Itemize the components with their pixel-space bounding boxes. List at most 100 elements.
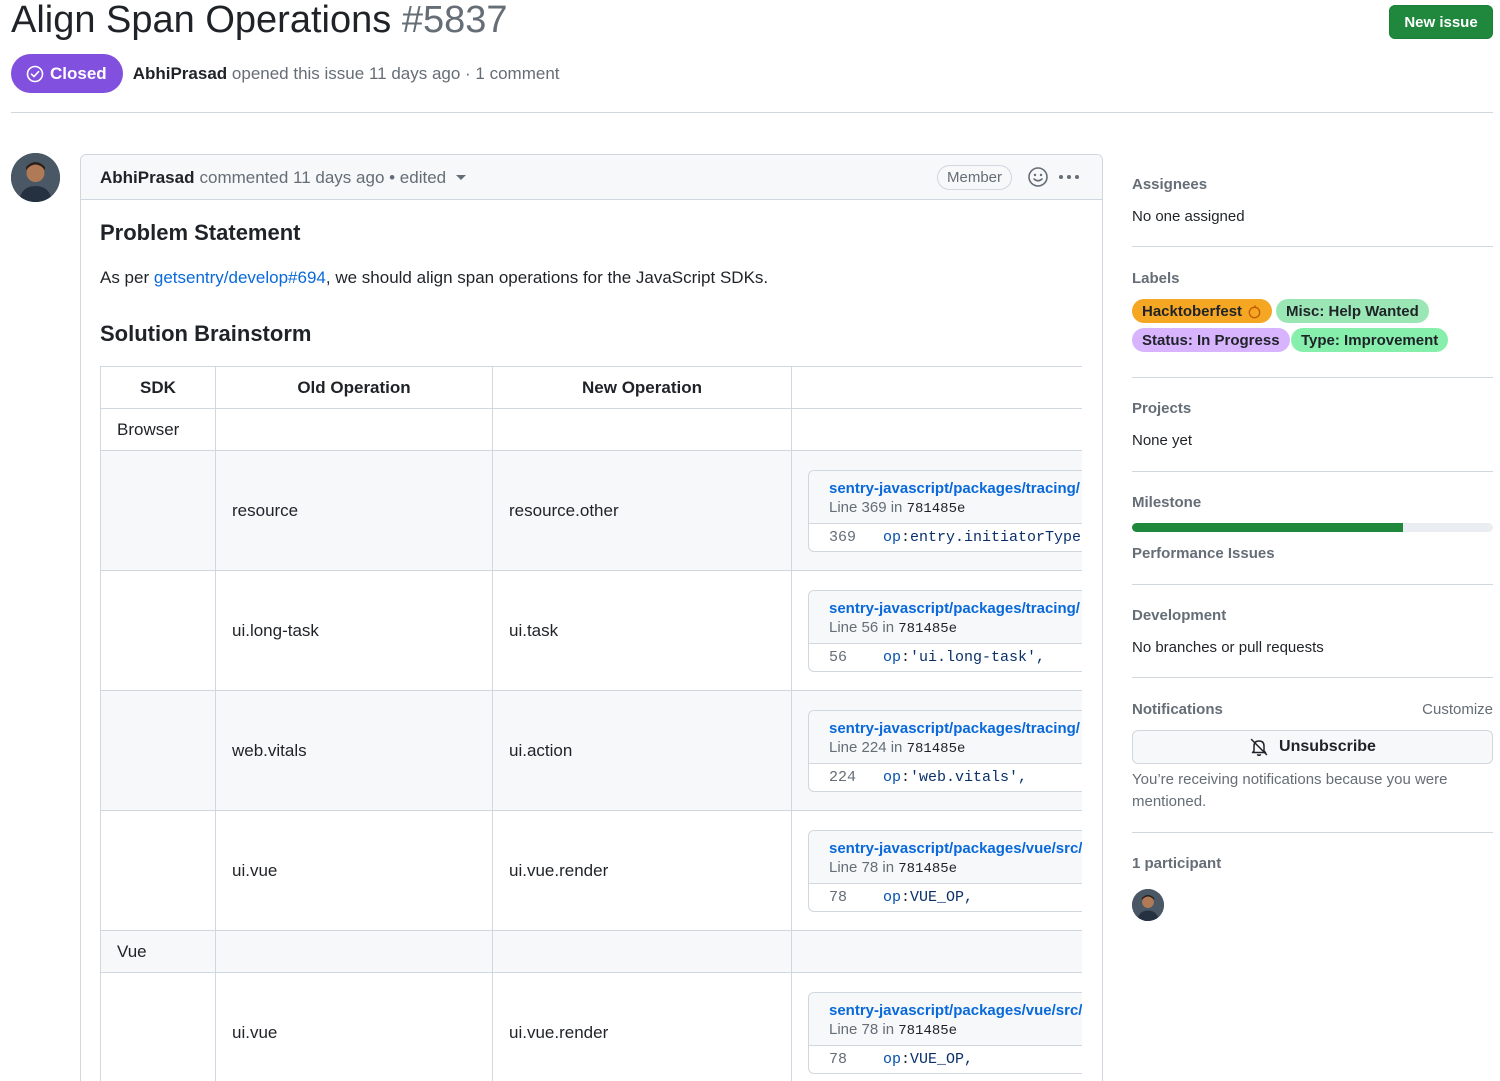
code-value: VUE_OP, — [910, 1050, 974, 1068]
issue-header: Align Span Operations #5837 New issue Cl… — [11, 0, 1493, 113]
participant-avatar-image — [1132, 889, 1164, 921]
smiley-icon[interactable] — [1027, 166, 1049, 188]
development-title[interactable]: Development — [1132, 607, 1226, 624]
code-line-number[interactable]: 224 — [809, 769, 883, 786]
problem-heading: Problem Statement — [100, 220, 301, 245]
participant-avatar[interactable] — [1132, 889, 1164, 921]
milestone-progress-bar — [1132, 523, 1493, 532]
comment-box: AbhiPrasad commented 11 days ago • edite… — [80, 154, 1103, 1081]
cell-new — [492, 930, 792, 973]
unsubscribe-button[interactable]: Unsubscribe — [1132, 730, 1493, 764]
code-embed-sha-link[interactable]: 781485e — [898, 1023, 957, 1039]
label-hacktoberfest[interactable]: Hacktoberfest — [1132, 299, 1273, 323]
code-embed: sentry-javascript/packages/tracing/Line … — [808, 589, 1082, 672]
comment-author-line: AbhiPrasad commented 11 days ago • edite… — [100, 155, 467, 200]
code-embed-line: 78 op: VUE_OP, — [809, 1046, 1082, 1073]
code-embed-line-label: Line 78 in — [829, 858, 895, 876]
cell-new: ui.vue.render — [492, 972, 792, 1081]
notifications-title: Notifications — [1132, 701, 1223, 718]
bell-slash-icon — [1250, 738, 1268, 756]
issue-meta: AbhiPrasad opened this issue 11 days ago… — [133, 64, 560, 84]
code-embed-path-link[interactable]: sentry-javascript/packages/vue/src/ — [829, 840, 1082, 857]
cell-old: resource — [215, 450, 493, 571]
milestone-name[interactable]: Performance Issues — [1132, 545, 1275, 562]
new-issue-button[interactable]: New issue — [1389, 5, 1493, 39]
cell-sdk — [100, 972, 216, 1081]
code-embed-path-link[interactable]: sentry-javascript/packages/tracing/ — [829, 720, 1082, 737]
header-sdk: SDK — [100, 366, 216, 409]
code-key: op — [883, 888, 902, 906]
code-embed-line: 56 op: 'ui.long-task', — [809, 644, 1082, 671]
code-line-number[interactable]: 56 — [809, 649, 883, 666]
development-value: No branches or pull requests — [1132, 639, 1324, 656]
comment-body: Problem Statement As per getsentry/devel… — [100, 200, 1082, 1081]
code-line-number[interactable]: 78 — [809, 889, 883, 906]
member-badge: Member — [937, 165, 1013, 190]
code-embed-sha-link[interactable]: 781485e — [907, 741, 966, 757]
comment-author-link[interactable]: AbhiPrasad — [100, 168, 194, 188]
cell-old: ui.long-task — [215, 570, 493, 691]
cell-old: ui.vue — [215, 810, 493, 931]
develop-issue-link[interactable]: getsentry/develop#694 — [154, 268, 326, 287]
issue-author-link[interactable]: AbhiPrasad — [133, 64, 227, 83]
cell-sdk — [100, 450, 216, 571]
solution-heading: Solution Brainstorm — [100, 321, 312, 346]
cell-reference: sentry-javascript/packages/vue/src/Line … — [791, 810, 1082, 931]
comment-meta[interactable]: commented 11 days ago • edited — [199, 168, 446, 188]
code-colon: : — [901, 768, 911, 786]
projects-section: Projects None yet — [1132, 378, 1493, 472]
cell-old: web.vitals — [215, 690, 493, 811]
caret-down-icon[interactable] — [456, 175, 467, 180]
code-embed-sha-link[interactable]: 781485e — [907, 501, 966, 517]
code-embed-path-link[interactable]: sentry-javascript/packages/tracing/ — [829, 480, 1082, 497]
header-old-operation: Old Operation — [215, 366, 493, 409]
table-row: web.vitals ui.action sentry-javascript/pac… — [100, 690, 1082, 811]
code-embed-path-link[interactable]: sentry-javascript/packages/tracing/ — [829, 600, 1082, 617]
code-embed-path-link[interactable]: sentry-javascript/packages/vue/src/ — [829, 1002, 1082, 1019]
projects-title[interactable]: Projects — [1132, 400, 1191, 417]
cell-sdk — [100, 810, 216, 931]
cell-new: resource.other — [492, 450, 792, 571]
author-avatar[interactable] — [11, 153, 60, 202]
cell-reference — [791, 930, 1082, 973]
code-embed-header: sentry-javascript/packages/tracing/Line … — [809, 470, 1082, 524]
cell-old — [215, 930, 493, 973]
label-improvement[interactable]: Type: Improvement — [1291, 328, 1449, 352]
code-embed: sentry-javascript/packages/tracing/Line … — [808, 469, 1082, 552]
cell-new — [492, 408, 792, 451]
table-row: resource resource.other sentry-javascript/… — [100, 450, 1082, 571]
code-embed-line-info: Line 78 in 781485e — [829, 859, 1082, 877]
code-line-number[interactable]: 78 — [809, 1051, 883, 1068]
code-embed: sentry-javascript/packages/tracing/Line … — [808, 709, 1082, 792]
assignees-value: No one assigned — [1132, 208, 1245, 225]
state-label: Closed — [50, 63, 107, 83]
code-embed-sha-link[interactable]: 781485e — [898, 861, 957, 877]
code-embed-line-info: Line 78 in 781485e — [829, 1021, 1082, 1039]
table-row: Browser — [100, 408, 1082, 451]
issue-number: #5837 — [401, 0, 508, 41]
issue-state-row: Closed AbhiPrasad opened this issue 11 d… — [11, 54, 560, 93]
participants-title: 1 participant — [1132, 855, 1222, 872]
cell-sdk: Vue — [100, 930, 216, 973]
issue-title-text: Align Span Operations — [11, 0, 392, 41]
customize-link[interactable]: Customize — [1422, 701, 1493, 718]
cell-new: ui.task — [492, 570, 792, 691]
labels-title[interactable]: Labels — [1132, 270, 1180, 287]
header-reference — [791, 366, 1082, 409]
code-key: op — [883, 1050, 902, 1068]
code-embed-line-label: Line 224 in — [829, 738, 903, 756]
label-help-wanted[interactable]: Misc: Help Wanted — [1276, 299, 1429, 323]
assignees-title[interactable]: Assignees — [1132, 176, 1207, 193]
label-in-progress[interactable]: Status: In Progress — [1132, 328, 1290, 352]
code-colon: : — [901, 888, 911, 906]
operations-table-wrap[interactable]: SDK Old Operation New Operation Browser r… — [100, 366, 1082, 1081]
para-suffix: , we should align span operations for th… — [325, 268, 769, 287]
code-line-number[interactable]: 369 — [809, 529, 883, 546]
code-embed-line-info: Line 56 in 781485e — [829, 619, 1082, 637]
code-embed-sha-link[interactable]: 781485e — [898, 621, 957, 637]
milestone-title[interactable]: Milestone — [1132, 494, 1201, 511]
cell-new: ui.vue.render — [492, 810, 792, 931]
kebab-icon[interactable] — [1056, 164, 1082, 190]
code-embed: sentry-javascript/packages/vue/src/Line … — [808, 829, 1082, 912]
code-embed-header: sentry-javascript/packages/tracing/Line … — [809, 590, 1082, 644]
